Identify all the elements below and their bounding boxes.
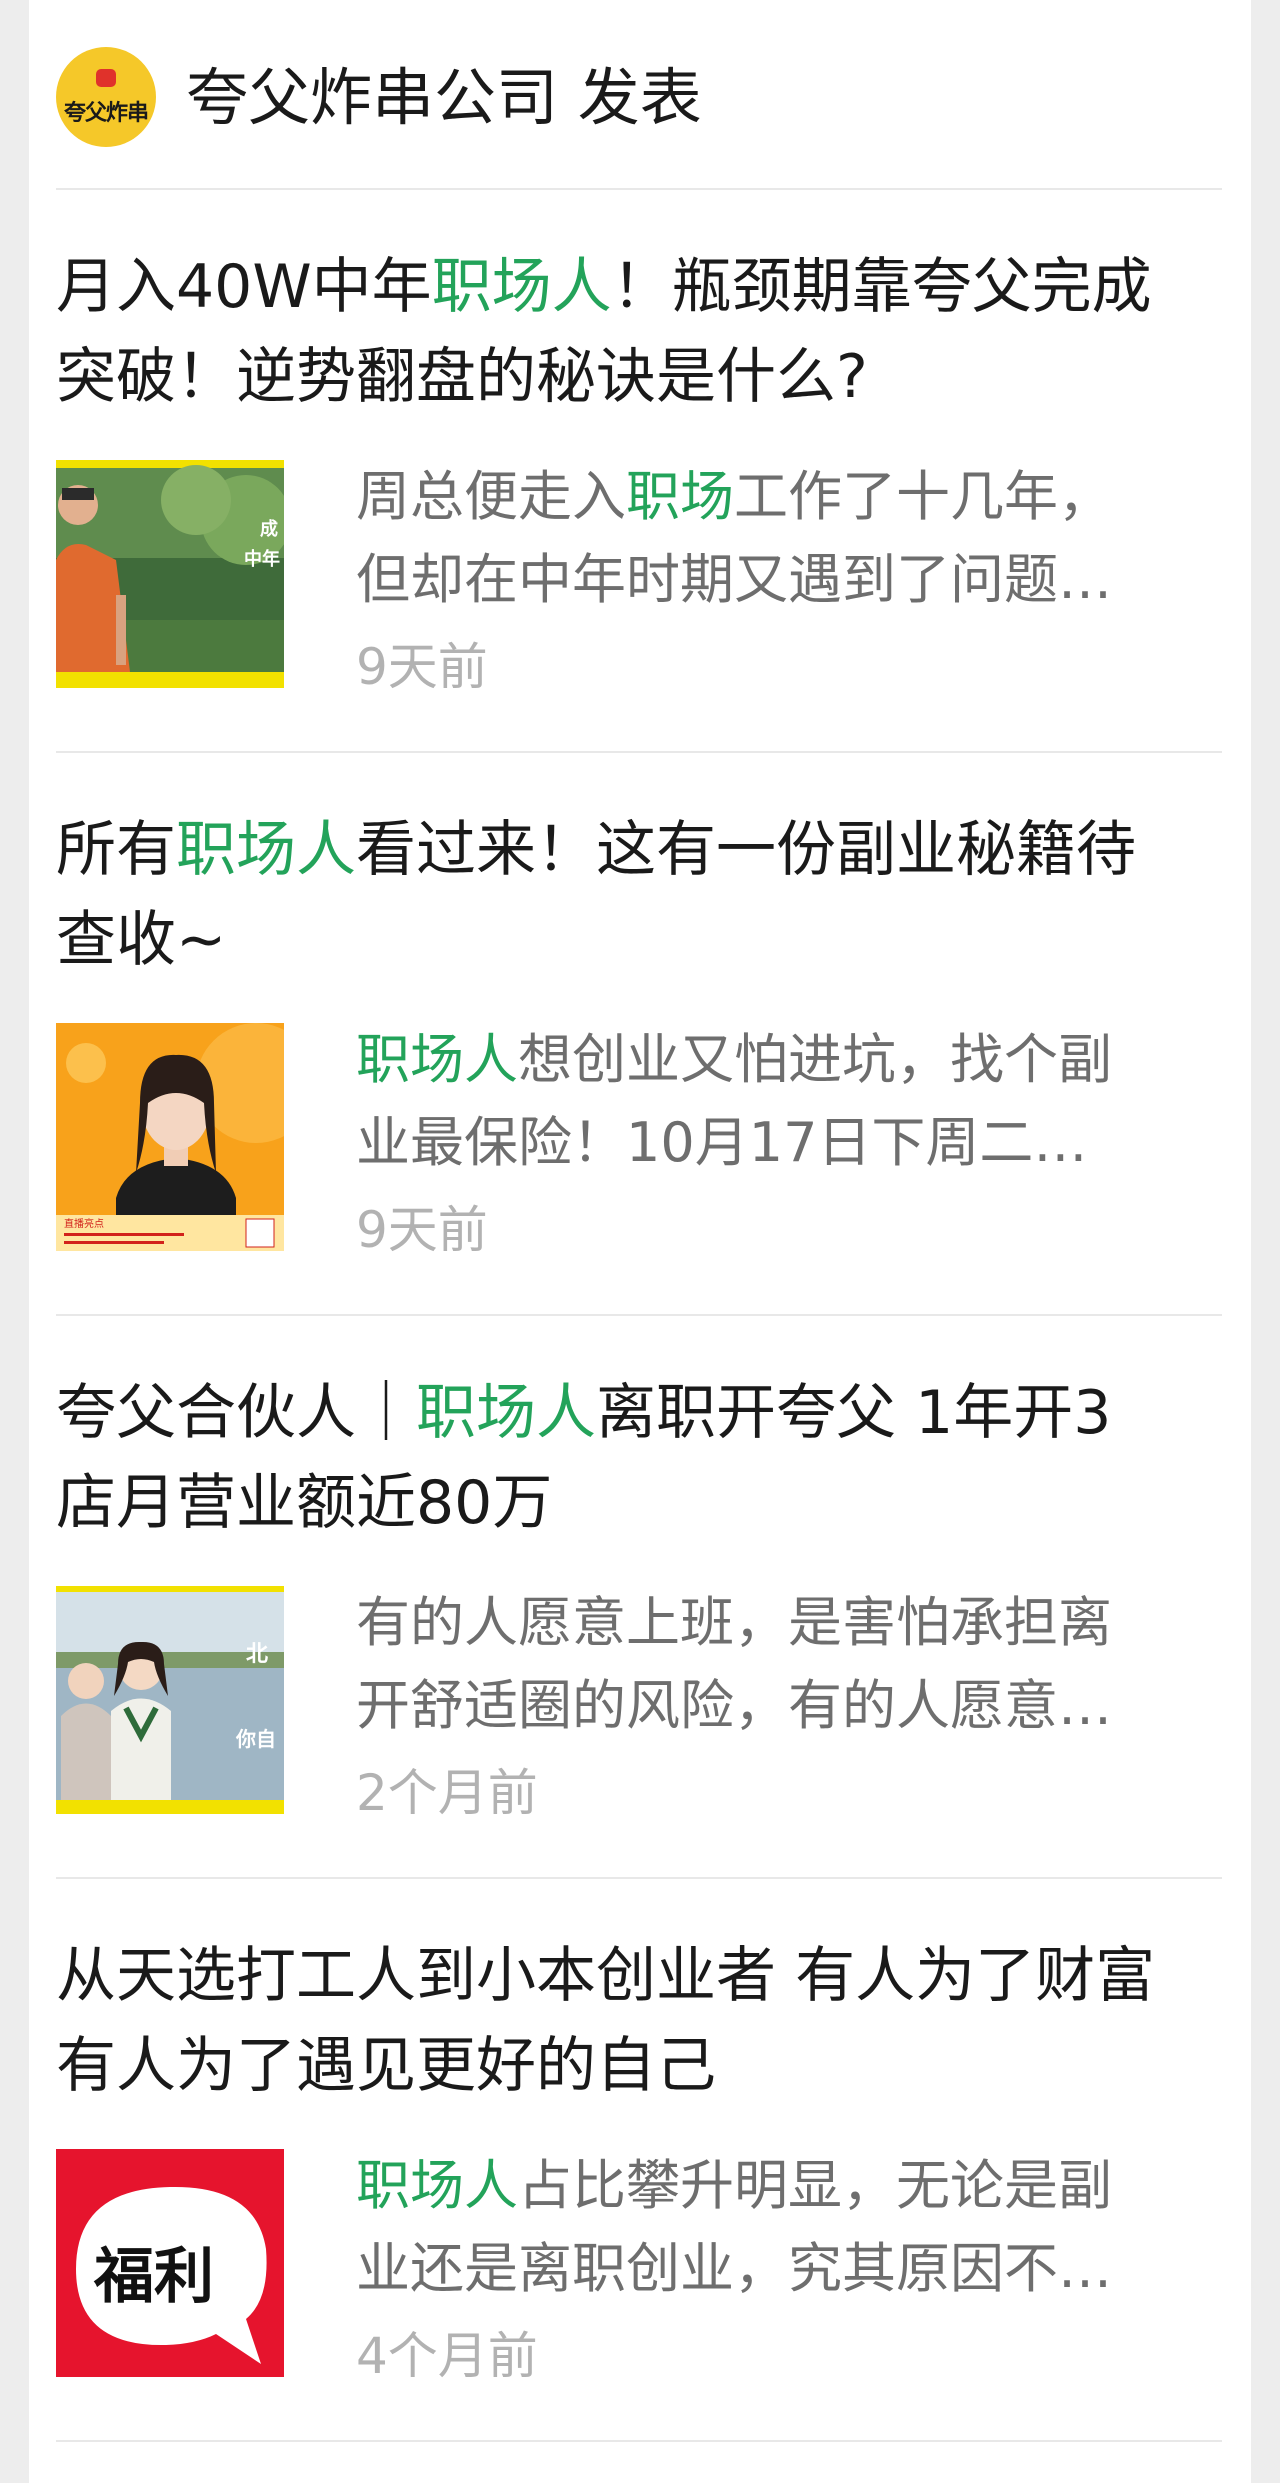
summary-line-1: 职场人想创业又怕进坑，找个副: [356, 1028, 1112, 1091]
keyword-highlight: 职场人: [416, 1378, 596, 1448]
keyword-highlight: 职场: [626, 465, 734, 528]
article-title[interactable]: 夸父合伙人｜职场人离职开夸父 1年开3店月营业额近80万: [56, 1368, 1156, 1548]
article-item[interactable]: 从天选打工人到小本创业者 有人为了财富 有人为了遇见更好的自己 福利 职场人占比…: [56, 1879, 1222, 2442]
article-time: 4个月前: [356, 2327, 538, 2385]
summary-line-1: 周总便走入职场工作了十几年，: [356, 465, 1112, 528]
summary-line-2: 但却在中年时期又遇到了问题…: [356, 548, 1112, 611]
article-time: 9天前: [356, 638, 488, 696]
svg-text:福利: 福利: [93, 2242, 214, 2312]
article-item[interactable]: 夸父合伙人｜职场人离职开夸父 1年开3店月营业额近80万 北 你自 有的人愿意上…: [56, 1316, 1222, 1879]
logo-text: 夸父炸串: [63, 101, 149, 126]
keyword-highlight: 职场人: [356, 1028, 518, 1091]
svg-text:成: 成: [260, 518, 278, 540]
keyword-highlight: 职场人: [356, 2154, 518, 2217]
publisher-name: 夸父炸串公司 发表: [186, 61, 702, 134]
article-time: 9天前: [356, 1201, 488, 1259]
keyword-highlight: 职场人: [176, 815, 356, 885]
article-summary: 职场人占比攀升明显，无论是副 业还是离职创业，究其原因不…: [356, 2144, 1236, 2310]
avatar[interactable]: 夸父炸串: [56, 47, 156, 147]
svg-text:你自: 你自: [235, 1727, 276, 1751]
svg-text:直播亮点: 直播亮点: [64, 1217, 104, 1230]
summary-line-2: 业还是离职创业，究其原因不…: [356, 2237, 1112, 2300]
svg-text:中年: 中年: [244, 548, 280, 570]
brand-logo-icon: 夸父炸串: [56, 47, 156, 147]
summary-line-2: 业最保险！10月17日下周二…: [356, 1111, 1088, 1174]
summary-line-1: 职场人占比攀升明显，无论是副: [356, 2154, 1112, 2217]
logo-mark-icon: [96, 69, 116, 87]
article-summary: 周总便走入职场工作了十几年， 但却在中年时期又遇到了问题…: [356, 455, 1236, 621]
article-thumbnail[interactable]: 成 中年: [56, 460, 284, 688]
article-item[interactable]: 月入40W中年职场人！瓶颈期靠夸父完成突破！逆势翻盘的秘诀是什么? 成 中年 周…: [56, 190, 1222, 753]
summary-line-1: 有的人愿意上班，是害怕承担离: [356, 1591, 1112, 1654]
article-summary: 职场人想创业又怕进坑，找个副 业最保险！10月17日下周二…: [356, 1018, 1236, 1184]
article-item[interactable]: 所有职场人看过来！这有一份副业秘籍待查收~ 直播亮点 职场人想创业又怕进坑，找个…: [56, 753, 1222, 1316]
article-title[interactable]: 月入40W中年职场人！瓶颈期靠夸父完成突破！逆势翻盘的秘诀是什么?: [56, 242, 1156, 422]
article-time: 2个月前: [356, 1764, 538, 1822]
keyword-highlight: 职场人: [431, 252, 612, 322]
svg-text:北: 北: [246, 1642, 268, 1667]
article-title[interactable]: 从天选打工人到小本创业者 有人为了财富 有人为了遇见更好的自己: [56, 1931, 1156, 2111]
article-summary: 有的人愿意上班，是害怕承担离 开舒适圈的风险，有的人愿意…: [356, 1581, 1236, 1747]
publisher-header[interactable]: 夸父炸串 夸父炸串公司 发表: [56, 0, 1222, 190]
article-thumbnail[interactable]: 北 你自: [56, 1586, 284, 1814]
article-thumbnail[interactable]: 直播亮点: [56, 1023, 284, 1251]
summary-line-2: 开舒适圈的风险，有的人愿意…: [356, 1674, 1112, 1737]
article-title[interactable]: 所有职场人看过来！这有一份副业秘籍待查收~: [56, 805, 1156, 985]
article-thumbnail[interactable]: 福利: [56, 2149, 284, 2377]
